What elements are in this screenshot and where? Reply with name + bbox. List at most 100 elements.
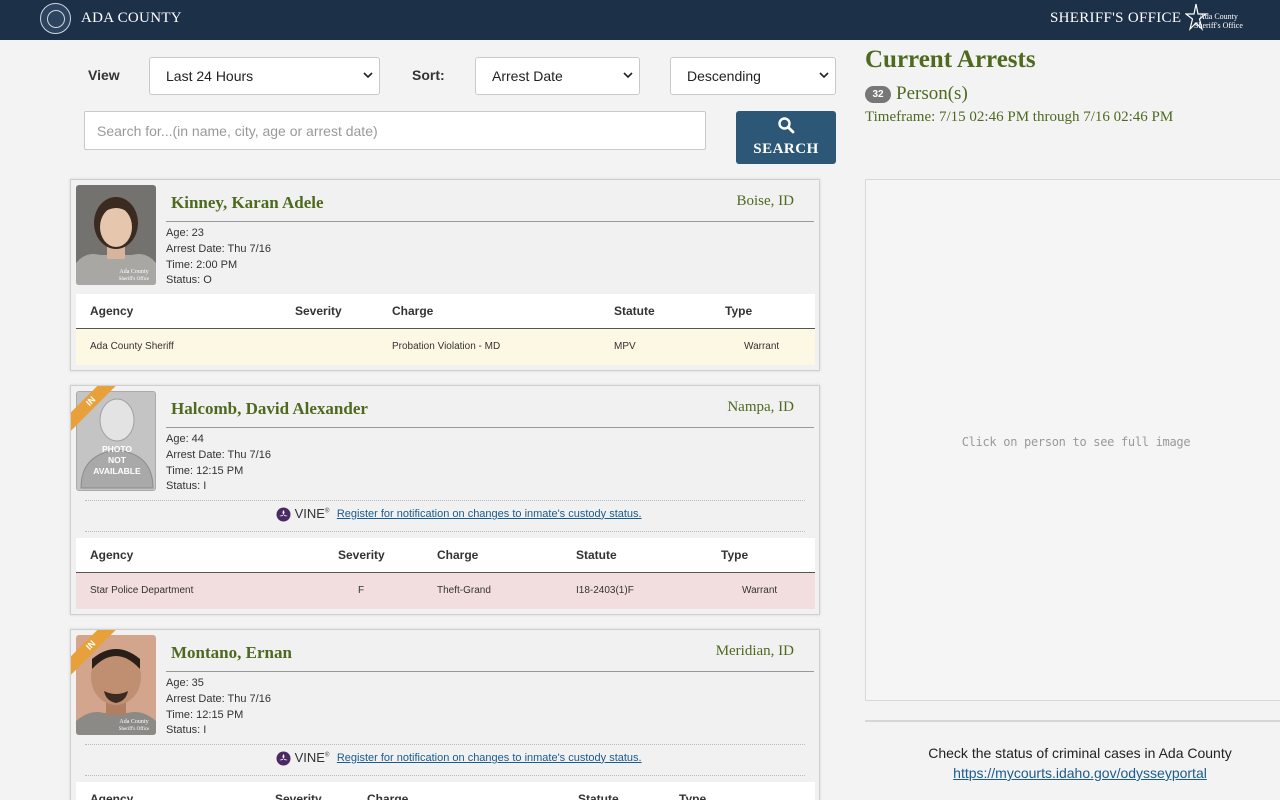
svg-text:Sheriff's Office: Sheriff's Office [119, 277, 150, 282]
vine-logo-text: VINE [294, 749, 325, 765]
col-charge: Charge [437, 548, 479, 562]
charges-table-header: Agency Severity Charge Statute Type [76, 782, 815, 800]
charges-table: Agency Severity Charge Statute Type Ada … [76, 294, 815, 365]
cell-agency: Ada County Sheriff [90, 341, 174, 352]
inmate-age: Age: 35 [166, 677, 204, 689]
svg-text:PHOTO: PHOTO [102, 444, 132, 454]
mugshot-photo[interactable]: Ada County Sheriff's Office [76, 185, 156, 285]
site-header: ADA COUNTY SHERIFF'S OFFICE Ada County S… [0, 0, 1280, 40]
ribbon-label: IN [71, 386, 117, 432]
charges-table: Agency Severity Charge Statute Type [76, 782, 815, 800]
chevron-down-icon [363, 72, 373, 79]
page-title: Current Arrests [865, 46, 1036, 73]
col-statute: Statute [614, 304, 655, 318]
vine-notification-row: VINE® Register for notification on chang… [85, 744, 805, 776]
svg-text:Sheriff's Office: Sheriff's Office [119, 727, 150, 732]
office-name[interactable]: SHERIFF'S OFFICE [1050, 10, 1181, 27]
vine-logo: VINE® [276, 750, 329, 766]
col-type: Type [679, 792, 707, 800]
arrest-card[interactable]: Ada County Sheriff's Office Kinney, Kara… [70, 179, 820, 371]
arrest-date: Arrest Date: Thu 7/16 [166, 692, 271, 705]
arrest-time: Time: 12:15 PM [166, 708, 244, 721]
sort-label: Sort: [412, 67, 445, 83]
custody-status: Status: I [166, 480, 207, 493]
cell-statute: I18-2403(1)F [576, 585, 634, 596]
person-count-badge: 32 [865, 86, 891, 103]
logo-text-line2: Sheriff's Office [1194, 21, 1243, 30]
custody-status: Status: I [166, 724, 207, 737]
vine-logo: VINE® [276, 506, 329, 522]
search-input[interactable]: Search for...(in name, city, age or arre… [84, 111, 706, 150]
name-divider [166, 427, 814, 428]
order-select[interactable]: Descending [670, 57, 836, 95]
view-select-value: Last 24 Hours [166, 68, 254, 84]
search-button[interactable]: SEARCH [736, 111, 836, 164]
cell-type: Warrant [744, 341, 780, 352]
col-statute: Statute [578, 792, 619, 800]
sort-select-value: Arrest Date [492, 68, 563, 84]
arrest-card[interactable]: IN Ada County Sheriff's Office Montano, … [70, 629, 820, 800]
image-viewer-panel: Click on person to see full image [865, 179, 1280, 701]
ribbon-label: IN [71, 630, 117, 676]
col-charge: Charge [367, 792, 409, 800]
col-charge: Charge [392, 304, 434, 318]
col-severity: Severity [295, 304, 342, 318]
inmate-name[interactable]: Kinney, Karan Adele [171, 193, 324, 213]
view-label: View [88, 67, 120, 83]
order-select-value: Descending [687, 68, 761, 84]
vine-notification-row: VINE® Register for notification on chang… [85, 500, 805, 532]
inmate-info: Age: 44 Arrest Date: Thu 7/16 Time: 12:1… [166, 432, 271, 495]
svg-text:NOT: NOT [108, 455, 127, 465]
col-agency: Agency [90, 304, 134, 318]
cell-statute: MPV [614, 341, 636, 352]
col-type: Type [721, 548, 749, 562]
col-severity: Severity [338, 548, 385, 562]
arrest-date: Arrest Date: Thu 7/16 [166, 242, 271, 255]
sheriff-star-logo[interactable]: Ada County Sheriff's Office [1185, 3, 1243, 35]
cell-charge: Probation Violation - MD [392, 341, 501, 352]
court-cases-text: Check the status of criminal cases in Ad… [928, 745, 1232, 761]
col-statute: Statute [576, 548, 617, 562]
county-name[interactable]: ADA COUNTY [81, 10, 182, 27]
court-portal-link[interactable]: https://mycourts.idaho.gov/odysseyportal [865, 765, 1280, 781]
arrest-time: Time: 2:00 PM [166, 258, 238, 271]
search-button-label: SEARCH [753, 141, 819, 157]
timeframe-text: Timeframe: 7/15 02:46 PM through 7/16 02… [865, 109, 1174, 125]
inmate-city: Boise, ID [736, 193, 795, 209]
inmate-city: Meridian, ID [715, 643, 794, 659]
table-row: Star Police Department F Theft-Grand I18… [76, 573, 815, 609]
inmate-info: Age: 23 Arrest Date: Thu 7/16 Time: 2:00… [166, 226, 271, 289]
vine-register-link[interactable]: Register for notification on changes to … [337, 508, 642, 520]
county-seal-icon[interactable] [40, 3, 71, 34]
charges-table-header: Agency Severity Charge Statute Type [76, 294, 815, 329]
cell-type: Warrant [742, 585, 778, 596]
table-row: Ada County Sheriff Probation Violation -… [76, 329, 815, 365]
svg-text:AVAILABLE: AVAILABLE [93, 466, 141, 476]
svg-text:Ada County: Ada County [119, 719, 148, 725]
vine-register-link[interactable]: Register for notification on changes to … [337, 752, 642, 764]
arrest-date: Arrest Date: Thu 7/16 [166, 448, 271, 461]
inmate-age: Age: 23 [166, 227, 204, 239]
search-icon [778, 117, 795, 134]
name-divider [166, 671, 814, 672]
inmate-age: Age: 44 [166, 433, 204, 445]
inmate-name[interactable]: Halcomb, David Alexander [171, 399, 368, 419]
section-divider [865, 720, 1280, 722]
col-type: Type [725, 304, 753, 318]
inmate-name[interactable]: Montano, Ernan [171, 643, 292, 663]
view-select[interactable]: Last 24 Hours [149, 57, 380, 95]
arrest-card[interactable]: IN PHOTO NOT AVAILABLE Halcomb, David Al… [70, 385, 820, 615]
charges-table: Agency Severity Charge Statute Type Star… [76, 538, 815, 609]
persons-label: Person(s) [896, 83, 968, 104]
cell-severity: F [358, 585, 365, 596]
in-custody-ribbon: IN [71, 630, 117, 676]
name-divider [166, 221, 814, 222]
inmate-info: Age: 35 Arrest Date: Thu 7/16 Time: 12:1… [166, 676, 271, 739]
sort-select[interactable]: Arrest Date [475, 57, 640, 95]
logo-text-line1: Ada County [1199, 12, 1238, 21]
chevron-down-icon [623, 72, 633, 79]
vine-flower-icon [276, 507, 291, 522]
chevron-down-icon [819, 72, 829, 79]
vine-flower-icon [276, 751, 291, 766]
cell-charge: Theft-Grand [437, 585, 491, 596]
